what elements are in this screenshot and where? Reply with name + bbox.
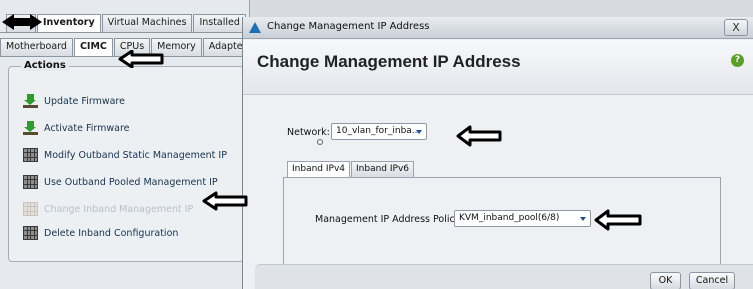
- dialog-heading: Change Management IP Address: [257, 52, 521, 71]
- close-button[interactable]: X: [724, 19, 748, 36]
- window-title: Change Management IP Address: [267, 21, 430, 32]
- download-icon: [23, 121, 38, 135]
- policy-label: Management IP Address Policy:: [315, 214, 463, 225]
- action-label: Modify Outband Static Management IP: [44, 149, 227, 161]
- tab-inventory[interactable]: Inventory: [37, 14, 101, 32]
- screenshot-root: Inventory Virtual Machines Installed Mot…: [0, 0, 753, 289]
- ok-button[interactable]: OK: [650, 272, 681, 289]
- tab-inband-ipv4[interactable]: Inband IPv4: [287, 161, 350, 177]
- window-icon: [249, 22, 261, 33]
- action-change-inband-ip[interactable]: Change Inband Management IP: [23, 201, 193, 217]
- network-label: Network:: [287, 127, 330, 138]
- tab-motherboard[interactable]: Motherboard: [0, 38, 73, 56]
- action-label: Activate Firmware: [44, 122, 130, 134]
- actions-title: Actions: [21, 60, 69, 71]
- annotation-arrow-icon: [594, 209, 642, 231]
- policy-value: KVM_inband_pool(6/8): [459, 213, 560, 223]
- annotation-arrow-icon: [456, 125, 502, 147]
- network-dropdown[interactable]: 10_vlan_for_inba...: [331, 123, 427, 140]
- policy-dropdown[interactable]: KVM_inband_pool(6/8): [454, 210, 591, 227]
- tab-divider: [0, 32, 250, 33]
- tab-virtual-machines[interactable]: Virtual Machines: [101, 14, 193, 32]
- dialog-titlebar[interactable]: Change Management IP Address X: [243, 17, 753, 39]
- action-label: Change Inband Management IP: [44, 203, 194, 215]
- tab-cimc[interactable]: CIMC: [73, 38, 113, 56]
- action-label: Update Firmware: [44, 95, 125, 107]
- help-icon[interactable]: ?: [731, 54, 744, 67]
- ip-version-tabs: Inband IPv4 Inband IPv6: [287, 161, 415, 177]
- network-value: 10_vlan_for_inba...: [336, 126, 421, 136]
- annotation-arrow-icon: [118, 50, 164, 68]
- server-grid-icon: [23, 148, 38, 162]
- chevron-down-icon[interactable]: [412, 124, 426, 139]
- action-label: Use Outband Pooled Management IP: [44, 176, 218, 188]
- info-marker-icon: [317, 139, 323, 145]
- server-grid-icon: [23, 175, 38, 189]
- annotation-arrow-icon: [0, 12, 44, 32]
- dialog-header: Change Management IP Address ?: [243, 40, 753, 95]
- server-grid-icon: [23, 226, 38, 240]
- action-modify-outband-static-ip[interactable]: Modify Outband Static Management IP: [23, 147, 227, 163]
- tab-inband-ipv6[interactable]: Inband IPv6: [351, 161, 414, 177]
- dialog-footer: OK Cancel: [255, 264, 753, 289]
- cancel-button[interactable]: Cancel: [689, 272, 735, 289]
- server-grid-icon: [23, 202, 38, 216]
- action-use-outband-pooled-ip[interactable]: Use Outband Pooled Management IP: [23, 174, 218, 190]
- tab-installed[interactable]: Installed: [193, 14, 246, 32]
- annotation-arrow-icon: [202, 191, 248, 211]
- actions-group: Actions Update Firmware Activate Firmwar…: [8, 60, 244, 262]
- chevron-down-icon[interactable]: [576, 211, 590, 226]
- change-management-ip-dialog: Change Management IP Address X Change Ma…: [242, 17, 753, 289]
- download-icon: [23, 94, 38, 108]
- action-delete-inband-config[interactable]: Delete Inband Configuration: [23, 225, 178, 241]
- server-detail-panel: Inventory Virtual Machines Installed Mot…: [0, 0, 258, 289]
- action-activate-firmware[interactable]: Activate Firmware: [23, 120, 130, 136]
- action-label: Delete Inband Configuration: [44, 227, 179, 239]
- action-update-firmware[interactable]: Update Firmware: [23, 93, 125, 109]
